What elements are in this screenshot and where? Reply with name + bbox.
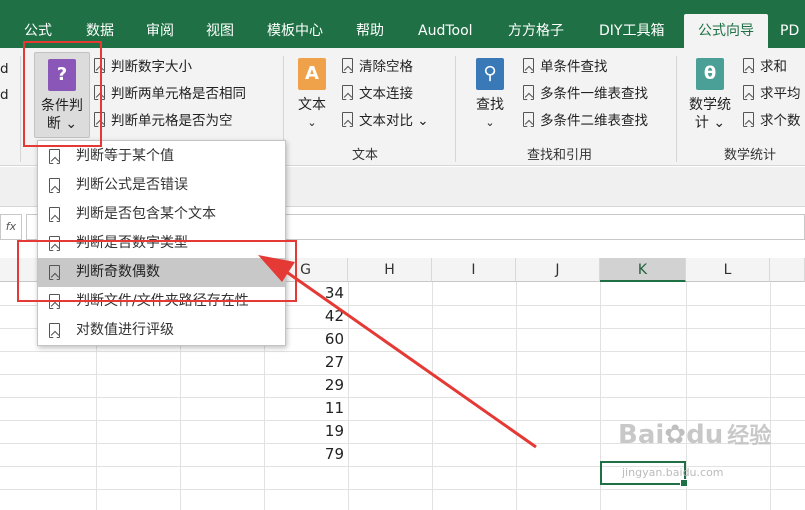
paw-icon: ✿ bbox=[664, 420, 687, 450]
baidu-watermark: Bai✿du 经验 jingyan.baidu.com bbox=[618, 418, 798, 498]
watermark-url: jingyan.baidu.com bbox=[622, 466, 724, 479]
arrow-head bbox=[258, 255, 295, 282]
watermark-logo: Bai✿du 经验 bbox=[618, 420, 772, 450]
arrow-shaft bbox=[277, 264, 537, 449]
